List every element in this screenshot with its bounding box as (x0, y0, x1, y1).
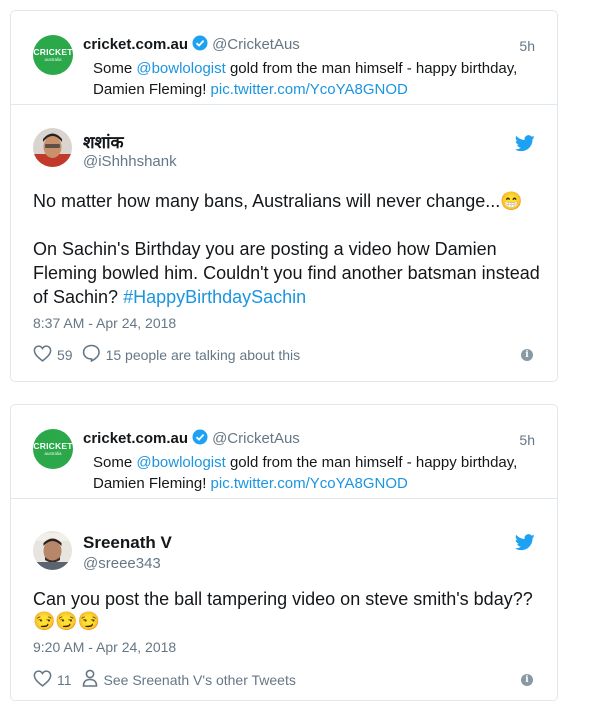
tweet-actions: 59 15 people are talking about this (33, 344, 300, 365)
reply-text-line1: No matter how many bans, Australians wil… (33, 189, 543, 213)
quoted-text: Some @bowlologist gold from the man hims… (93, 58, 543, 100)
reply-author-name[interactable]: Sreenath V (83, 533, 172, 553)
info-icon[interactable]: i (521, 349, 533, 361)
mention-link[interactable]: @bowlologist (136, 60, 225, 77)
verified-badge-icon (192, 35, 208, 55)
quoted-text-prefix: Some (93, 60, 137, 77)
cricket-australia-logo[interactable]: CRICKET australia (33, 429, 73, 469)
person-icon[interactable] (82, 669, 98, 690)
talking-count[interactable]: 15 people are talking about this (106, 347, 301, 363)
quoted-text-prefix: Some (93, 454, 137, 471)
quoted-author-name[interactable]: cricket.com.au (83, 430, 188, 447)
smirk-emoji-icon: 😏😏😏 (33, 611, 101, 631)
quoted-author-name[interactable]: cricket.com.au (83, 36, 188, 53)
reply-author-name[interactable]: शशांक (83, 130, 124, 153)
quoted-time[interactable]: 5h (519, 432, 535, 448)
reply-line1-text: No matter how many bans, Australians wil… (33, 191, 501, 211)
quoted-author-handle[interactable]: @CricketAus (212, 36, 300, 53)
tweet-embed-2: CRICKET australia cricket.com.au @Cricket… (10, 404, 558, 701)
mention-link[interactable]: @bowlologist (136, 454, 225, 471)
quoted-author-handle[interactable]: @CricketAus (212, 430, 300, 447)
reply-author-handle[interactable]: @sreee343 (83, 555, 161, 572)
grin-emoji-icon: 😁 (500, 191, 523, 211)
info-icon[interactable]: i (521, 674, 533, 686)
tweet-embed-1: CRICKET australia cricket.com.au @Cricket… (10, 10, 558, 382)
logo-text: CRICKET (33, 440, 73, 451)
like-count[interactable]: 11 (57, 672, 72, 688)
reply-timestamp[interactable]: 8:37 AM - Apr 24, 2018 (33, 315, 176, 331)
like-count[interactable]: 59 (57, 347, 73, 363)
reply-author-handle[interactable]: @iShhhshank (83, 153, 177, 170)
logo-text: CRICKET (33, 46, 73, 57)
heart-icon[interactable] (33, 344, 52, 365)
pic-link[interactable]: pic.twitter.com/YcoYA8GNOD (211, 81, 408, 98)
verified-badge-icon (192, 429, 208, 449)
avatar[interactable] (33, 128, 72, 167)
avatar[interactable] (33, 531, 72, 570)
logo-subtext: australia (44, 56, 62, 62)
reply-text-line2: On Sachin's Birthday you are posting a v… (33, 237, 543, 309)
reply-timestamp[interactable]: 9:20 AM - Apr 24, 2018 (33, 639, 176, 655)
quoted-tweet[interactable]: CRICKET australia cricket.com.au @Cricket… (11, 405, 557, 499)
logo-subtext: australia (44, 450, 62, 456)
quoted-text: Some @bowlologist gold from the man hims… (93, 452, 543, 494)
pic-link[interactable]: pic.twitter.com/YcoYA8GNOD (211, 475, 408, 492)
reply-text-line1: Can you post the ball tampering video on… (33, 589, 533, 609)
heart-icon[interactable] (33, 669, 52, 690)
tweet-actions: 11 See Sreenath V's other Tweets (33, 669, 296, 690)
cricket-australia-logo[interactable]: CRICKET australia (33, 35, 73, 75)
hashtag-link[interactable]: #HappyBirthdaySachin (123, 287, 306, 307)
quoted-author: cricket.com.au @CricketAus (83, 35, 300, 55)
speech-bubble-icon[interactable] (82, 344, 101, 365)
quoted-author: cricket.com.au @CricketAus (83, 429, 300, 449)
twitter-bird-icon[interactable] (514, 135, 535, 157)
twitter-bird-icon[interactable] (514, 534, 535, 556)
quoted-tweet[interactable]: CRICKET australia cricket.com.au @Cricket… (11, 11, 557, 105)
other-tweets-link[interactable]: See Sreenath V's other Tweets (104, 672, 296, 688)
quoted-time[interactable]: 5h (519, 38, 535, 54)
